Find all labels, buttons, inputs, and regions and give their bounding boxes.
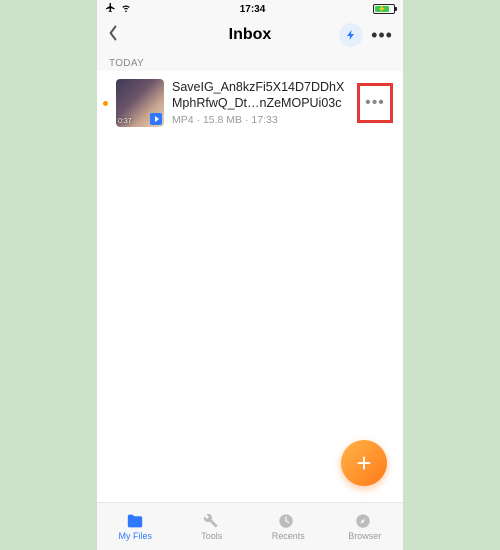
header-more-button[interactable]: •••: [371, 25, 393, 46]
clock-icon: [278, 513, 298, 529]
page-title: Inbox: [229, 26, 272, 44]
tab-label: Browser: [348, 531, 381, 541]
tab-label: Tools: [201, 531, 222, 541]
wifi-icon: [120, 3, 132, 16]
status-left: [105, 2, 132, 16]
file-meta: MP4 · 15.8 MB · 17:33: [172, 114, 349, 126]
video-duration: 0:37: [118, 118, 132, 125]
video-thumbnail[interactable]: 0:37: [116, 79, 164, 127]
airplane-icon: [105, 2, 116, 16]
folder-icon: [125, 513, 145, 529]
app-screen: 17:34 ⚡ Inbox ••• TODAY 0:37: [97, 0, 403, 550]
status-right: ⚡: [373, 4, 395, 14]
battery-icon: ⚡: [373, 4, 395, 14]
file-name: SaveIG_An8kzFi5X14D7DDhXMphRfwQ_Dt…nZeMO…: [172, 80, 349, 111]
tab-label: My Files: [119, 531, 153, 541]
file-list: 0:37 SaveIG_An8kzFi5X14D7DDhXMphRfwQ_Dt……: [97, 71, 403, 502]
plus-icon: +: [356, 448, 371, 479]
file-more-button[interactable]: •••: [360, 88, 390, 118]
highlight-annotation: •••: [357, 83, 393, 123]
status-time: 17:34: [240, 4, 266, 15]
unread-dot-icon: [103, 101, 108, 106]
add-button[interactable]: +: [341, 440, 387, 486]
file-row[interactable]: 0:37 SaveIG_An8kzFi5X14D7DDhXMphRfwQ_Dt……: [97, 71, 403, 135]
nav-bar: Inbox •••: [97, 18, 403, 52]
tab-recents[interactable]: Recents: [250, 503, 327, 550]
file-info: SaveIG_An8kzFi5X14D7DDhXMphRfwQ_Dt…nZeMO…: [172, 80, 349, 126]
tab-tools[interactable]: Tools: [174, 503, 251, 550]
status-bar: 17:34 ⚡: [97, 0, 403, 18]
boost-button[interactable]: [339, 23, 363, 47]
tab-bar: My Files Tools Recents Browser: [97, 502, 403, 550]
tools-icon: [202, 513, 222, 529]
compass-icon: [355, 513, 375, 529]
back-button[interactable]: [107, 24, 119, 47]
tab-my-files[interactable]: My Files: [97, 503, 174, 550]
section-label: TODAY: [97, 52, 403, 71]
tab-label: Recents: [272, 531, 305, 541]
play-icon: [150, 113, 162, 125]
tab-browser[interactable]: Browser: [327, 503, 404, 550]
